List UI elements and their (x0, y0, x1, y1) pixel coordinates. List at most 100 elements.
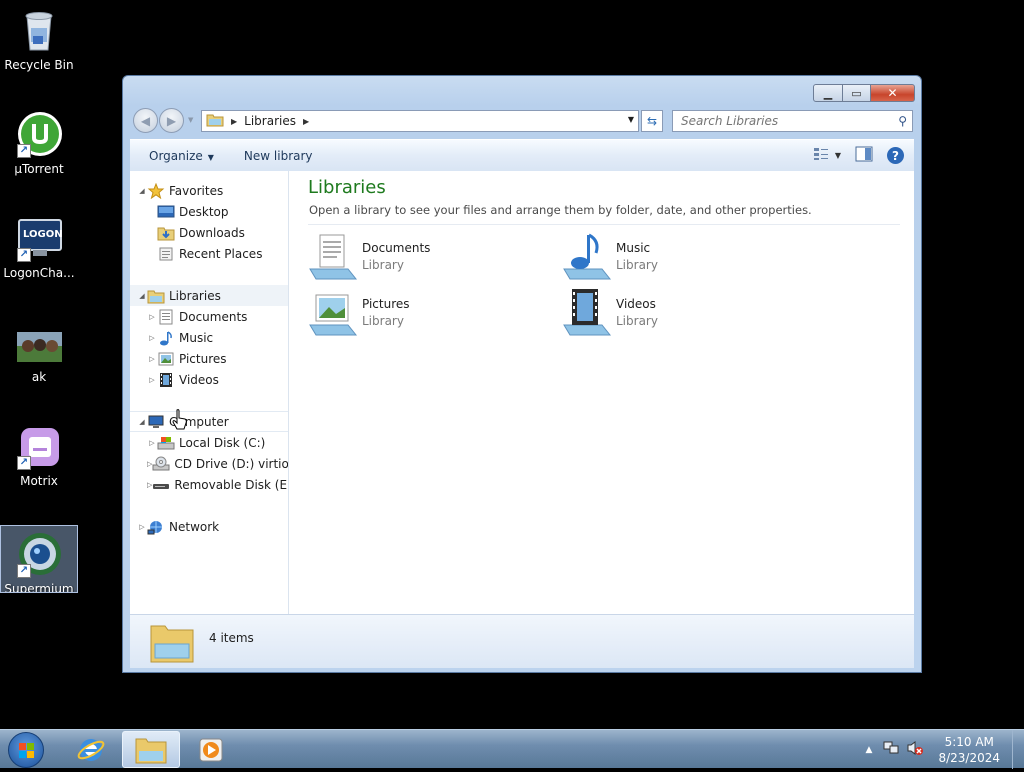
tree-network[interactable]: ▷ Network (130, 516, 288, 537)
library-documents[interactable]: Documents Library (308, 233, 548, 283)
library-name: Pictures (362, 297, 410, 311)
star-icon (147, 182, 165, 199)
preview-pane-button[interactable] (855, 146, 873, 165)
desktop-icon (157, 204, 175, 220)
start-button[interactable] (8, 732, 44, 768)
address-bar[interactable]: ▶ Libraries ▶ ▼ (201, 110, 639, 132)
pictures-icon (157, 351, 175, 367)
taskbar-internet-explorer[interactable] (62, 731, 120, 768)
library-music[interactable]: Music Library (562, 233, 802, 283)
navigation-bar: ◀ ▶ ▼ ▶ Libraries ▶ ▼ ⇆ ⚲ (131, 108, 913, 134)
computer-icon (147, 414, 165, 430)
search-input[interactable] (679, 113, 879, 129)
music-library-icon (562, 233, 612, 281)
navigation-pane[interactable]: ◢ Favorites Desktop Downloads Recent Pla… (130, 171, 289, 614)
pictures-library-icon (308, 289, 358, 337)
help-icon[interactable]: ? (887, 147, 904, 164)
supermium-icon: ↗ (15, 530, 63, 578)
library-name: Documents (362, 241, 431, 255)
tree-item-documents[interactable]: ▷ Documents (130, 306, 288, 327)
minimize-button[interactable]: ▁ (813, 84, 843, 102)
network-icon (147, 519, 165, 535)
tree-computer[interactable]: ◢ Computer (130, 411, 288, 432)
tree-item-downloads[interactable]: Downloads (130, 222, 288, 243)
taskbar-media-player[interactable] (182, 731, 240, 768)
expanded-triangle-icon[interactable]: ◢ (137, 418, 147, 426)
library-name: Videos (616, 297, 656, 311)
collapsed-triangle-icon[interactable]: ▷ (147, 334, 157, 342)
explorer-folder-icon (135, 738, 167, 763)
caption-buttons: ▁ ▭ ✕ (813, 84, 915, 102)
item-count: 4 items (209, 631, 254, 645)
tree-item-videos[interactable]: ▷ Videos (130, 369, 288, 390)
new-library-button[interactable]: New library (226, 149, 325, 163)
system-tray: ▲ 5:10 AM 8/23/2024 (866, 730, 1014, 769)
desktop-icon-recycle-bin[interactable]: Recycle Bin (0, 2, 78, 72)
explorer-panes: ◢ Favorites Desktop Downloads Recent Pla… (130, 171, 914, 614)
library-name: Music (616, 241, 651, 255)
collapsed-triangle-icon[interactable]: ▷ (147, 313, 157, 321)
expanded-triangle-icon[interactable]: ◢ (137, 187, 147, 195)
organize-button[interactable]: Organize ▼ (130, 149, 226, 163)
desktop-icon-logonchanger[interactable]: LOGON ↗ LogonCha... (0, 210, 78, 280)
logon-monitor-icon: LOGON ↗ (15, 214, 63, 262)
music-note-icon (157, 330, 175, 346)
breadcrumb-separator-icon[interactable]: ▶ (303, 117, 309, 126)
change-view-button[interactable]: ▼ (813, 147, 841, 164)
clock-date: 8/23/2024 (938, 750, 1000, 765)
maximize-button[interactable]: ▭ (843, 84, 871, 102)
page-subtitle: Open a library to see your files and arr… (309, 203, 812, 217)
search-box[interactable]: ⚲ (672, 110, 913, 132)
volume-muted-icon[interactable] (906, 740, 924, 759)
library-kind: Library (616, 258, 658, 272)
taskbar-windows-explorer[interactable] (122, 731, 180, 768)
shortcut-arrow-icon: ↗ (17, 144, 31, 158)
show-hidden-icons-icon[interactable]: ▲ (866, 745, 873, 755)
desktop-icon-label: µTorrent (14, 162, 64, 176)
search-icon[interactable]: ⚲ (898, 114, 907, 128)
content-area[interactable]: Libraries Open a library to see your fil… (290, 171, 914, 614)
library-pictures[interactable]: Pictures Library (308, 289, 548, 339)
refresh-button[interactable]: ⇆ (641, 110, 663, 132)
library-kind: Library (362, 258, 404, 272)
recent-places-icon (157, 246, 175, 262)
collapsed-triangle-icon[interactable]: ▷ (147, 355, 157, 363)
collapsed-triangle-icon[interactable]: ▷ (137, 523, 147, 531)
tree-item-cd-drive[interactable]: ▷ CD Drive (D:) virtio-win (130, 453, 288, 474)
logon-badge-text: LOGON (23, 229, 63, 240)
tree-favorites[interactable]: ◢ Favorites (130, 180, 288, 201)
desktop-icon-label: LogonCha... (3, 266, 75, 280)
explorer-window[interactable]: ▁ ▭ ✕ ◀ ▶ ▼ ▶ Libraries ▶ ▼ ⇆ ⚲ Organiz (122, 75, 922, 673)
desktop-icon-motrix[interactable]: ↗ Motrix (0, 418, 78, 488)
show-desktop-button[interactable] (1012, 730, 1024, 769)
close-button[interactable]: ✕ (871, 84, 915, 102)
tree-item-recent-places[interactable]: Recent Places (130, 243, 288, 264)
forward-button[interactable]: ▶ (159, 108, 184, 133)
libraries-large-folder-icon (149, 620, 195, 667)
library-videos[interactable]: Videos Library (562, 289, 802, 339)
network-tray-icon[interactable] (882, 740, 900, 759)
tree-libraries[interactable]: ◢ Libraries (130, 285, 288, 306)
address-dropdown-icon[interactable]: ▼ (628, 115, 634, 124)
shortcut-arrow-icon: ↗ (17, 248, 31, 262)
tree-item-local-disk[interactable]: ▷ Local Disk (C:) (130, 432, 288, 453)
collapsed-triangle-icon[interactable]: ▷ (147, 439, 157, 447)
breadcrumb-separator-icon[interactable]: ▶ (231, 117, 237, 126)
tree-item-pictures[interactable]: ▷ Pictures (130, 348, 288, 369)
taskbar: ▲ 5:10 AM 8/23/2024 (0, 729, 1024, 769)
desktop-icon-supermium[interactable]: ↗ Supermium (0, 525, 78, 593)
breadcrumb-libraries[interactable]: Libraries (244, 114, 296, 128)
tree-item-removable-disk[interactable]: ▷ Removable Disk (E:) (130, 474, 288, 495)
desktop-icon-utorrent[interactable]: ↗ µTorrent (0, 106, 78, 176)
back-button[interactable]: ◀ (133, 108, 158, 133)
shortcut-arrow-icon: ↗ (17, 456, 31, 470)
clock[interactable]: 5:10 AM 8/23/2024 (938, 734, 1000, 766)
collapsed-triangle-icon[interactable]: ▷ (147, 376, 157, 384)
hard-drive-icon (157, 435, 175, 451)
tree-item-desktop[interactable]: Desktop (130, 201, 288, 222)
tree-item-music[interactable]: ▷ Music (130, 327, 288, 348)
desktop-icon-ak[interactable]: ak (0, 314, 78, 384)
documents-icon (157, 309, 175, 325)
recent-pages-dropdown-icon[interactable]: ▼ (188, 116, 193, 124)
expanded-triangle-icon[interactable]: ◢ (137, 292, 147, 300)
